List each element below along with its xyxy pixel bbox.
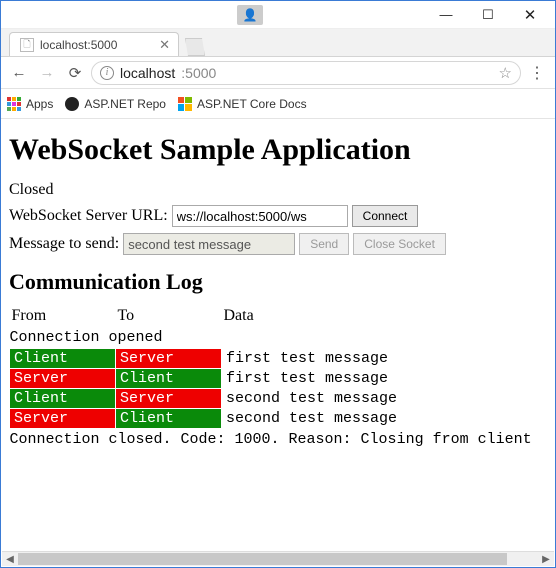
browser-tab[interactable]: 🗋 localhost:5000 ✕ xyxy=(9,32,179,56)
ws-url-label: WebSocket Server URL: xyxy=(9,207,168,225)
bookmark-apps[interactable]: Apps xyxy=(7,97,53,111)
close-socket-button: Close Socket xyxy=(353,233,446,255)
address-bar[interactable]: i localhost :5000 ☆ xyxy=(91,61,521,85)
github-icon xyxy=(65,97,79,111)
bookmark-aspnet-docs[interactable]: ASP.NET Core Docs xyxy=(178,97,307,111)
data-cell: second test message xyxy=(222,389,550,409)
communication-log-table: From To Data Connection openedClientServ… xyxy=(9,305,549,450)
from-cell: Server xyxy=(10,409,116,429)
from-cell: Server xyxy=(10,369,116,389)
bookmark-star-icon[interactable]: ☆ xyxy=(499,64,512,82)
message-label: Message to send: xyxy=(9,235,119,253)
from-cell: Client xyxy=(10,389,116,409)
table-row: Connection closed. Code: 1000. Reason: C… xyxy=(10,429,550,451)
message-input xyxy=(123,233,295,255)
tab-title: localhost:5000 xyxy=(40,38,117,52)
send-button: Send xyxy=(299,233,349,255)
log-heading: Communication Log xyxy=(9,269,547,295)
bookmarks-bar: Apps ASP.NET Repo ASP.NET Core Docs xyxy=(1,89,555,119)
col-from: From xyxy=(10,305,116,327)
apps-icon xyxy=(7,97,21,111)
site-info-icon[interactable]: i xyxy=(100,66,114,80)
connection-status: Closed xyxy=(9,181,53,199)
table-row: ServerClientsecond test message xyxy=(10,409,550,429)
to-cell: Server xyxy=(116,389,222,409)
tab-close-icon[interactable]: ✕ xyxy=(159,37,170,53)
browser-tabstrip: 🗋 localhost:5000 ✕ xyxy=(1,29,555,57)
url-host: localhost xyxy=(120,65,175,81)
col-to: To xyxy=(116,305,222,327)
bookmark-label: ASP.NET Repo xyxy=(84,97,166,111)
to-cell: Client xyxy=(116,409,222,429)
bookmark-label: ASP.NET Core Docs xyxy=(197,97,307,111)
url-port: :5000 xyxy=(181,65,216,81)
scroll-track[interactable] xyxy=(18,552,538,566)
page-content: WebSocket Sample Application Closed WebS… xyxy=(1,119,555,551)
table-row: ClientServersecond test message xyxy=(10,389,550,409)
from-cell: Client xyxy=(10,349,116,369)
bookmark-aspnet-repo[interactable]: ASP.NET Repo xyxy=(65,97,166,111)
scroll-thumb[interactable] xyxy=(18,553,507,565)
window-close-button[interactable]: ✕ xyxy=(509,4,551,26)
window-maximize-button[interactable]: ☐ xyxy=(467,4,509,26)
window-minimize-button[interactable]: — xyxy=(425,4,467,26)
table-row: ServerClientfirst test message xyxy=(10,369,550,389)
to-cell: Server xyxy=(116,349,222,369)
reload-button[interactable]: ⟳ xyxy=(63,61,87,85)
data-cell: first test message xyxy=(222,369,550,389)
window-titlebar: 👤 — ☐ ✕ xyxy=(1,1,555,29)
user-icon[interactable]: 👤 xyxy=(237,5,263,25)
connect-button[interactable]: Connect xyxy=(352,205,419,227)
bookmark-label: Apps xyxy=(26,97,53,111)
col-data: Data xyxy=(222,305,550,327)
forward-button[interactable]: → xyxy=(35,61,59,85)
table-header-row: From To Data xyxy=(10,305,550,327)
back-button[interactable]: ← xyxy=(7,61,31,85)
horizontal-scrollbar[interactable]: ◀ ▶ xyxy=(2,551,554,566)
table-row: Connection opened xyxy=(10,327,550,349)
status-cell: Connection opened xyxy=(10,327,550,349)
ws-url-input[interactable] xyxy=(172,205,348,227)
microsoft-icon xyxy=(178,97,192,111)
data-cell: first test message xyxy=(222,349,550,369)
file-icon: 🗋 xyxy=(20,38,34,52)
table-row: ClientServerfirst test message xyxy=(10,349,550,369)
scroll-left-icon[interactable]: ◀ xyxy=(2,552,18,566)
scroll-right-icon[interactable]: ▶ xyxy=(538,552,554,566)
status-cell: Connection closed. Code: 1000. Reason: C… xyxy=(10,429,550,451)
to-cell: Client xyxy=(116,369,222,389)
new-tab-button[interactable] xyxy=(185,38,205,56)
browser-toolbar: ← → ⟳ i localhost :5000 ☆ ⋮ xyxy=(1,57,555,89)
page-title: WebSocket Sample Application xyxy=(9,133,547,167)
browser-menu-button[interactable]: ⋮ xyxy=(525,63,549,83)
data-cell: second test message xyxy=(222,409,550,429)
